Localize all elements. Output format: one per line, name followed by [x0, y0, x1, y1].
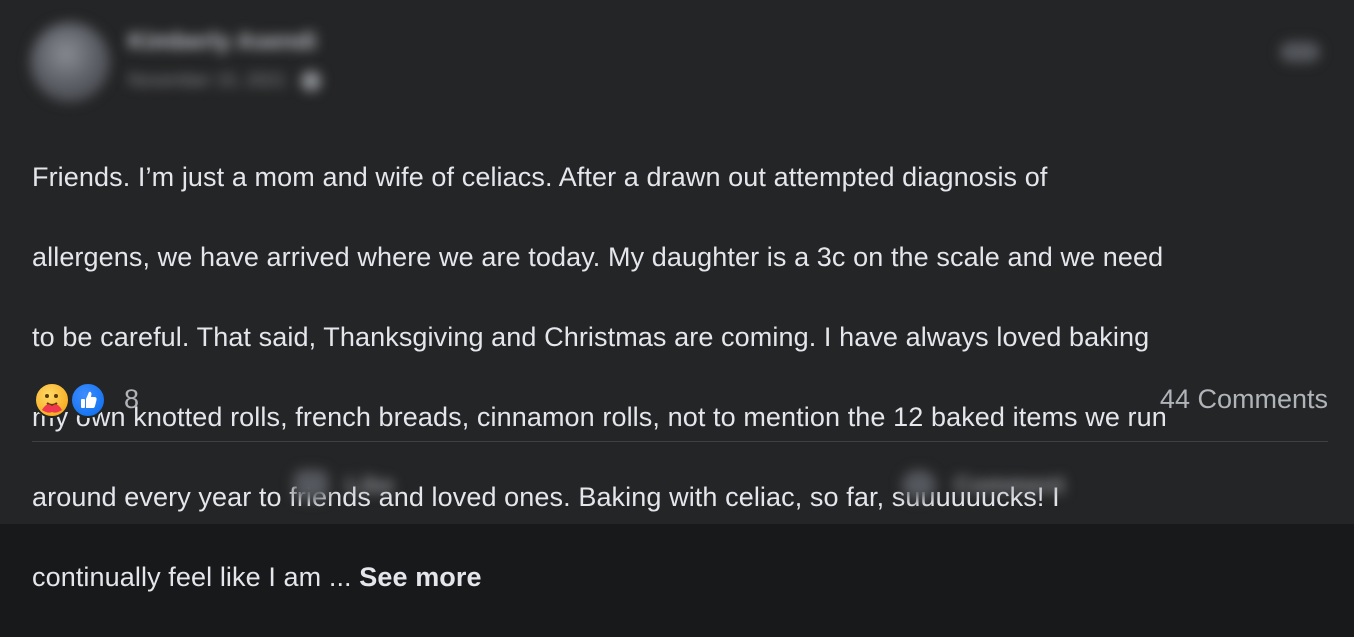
globe-icon	[301, 71, 322, 92]
more-options-icon[interactable]	[1280, 42, 1320, 62]
author-avatar[interactable]	[30, 22, 110, 102]
post-text-line: allergens, we have arrived where we are …	[32, 242, 1164, 272]
reaction-count[interactable]: 8	[124, 384, 139, 415]
see-more-link[interactable]: See more	[359, 562, 481, 592]
thumbs-up-icon	[294, 470, 328, 500]
reactions-bar: 8 44 Comments	[32, 378, 1328, 422]
post-meta: November 15, 2021	[128, 70, 322, 92]
care-reaction-icon	[34, 382, 70, 418]
post-text: Friends. I’m just a mom and wife of celi…	[32, 117, 1332, 637]
post-text-line: continually feel like I am ...	[32, 562, 360, 592]
post-card: Kimberly Asendi November 15, 2021 Friend…	[0, 0, 1354, 592]
like-button-label: Like	[346, 472, 395, 499]
post-header: Kimberly Asendi November 15, 2021	[28, 22, 1328, 102]
comment-button-label: Comment	[954, 472, 1065, 499]
reaction-icons[interactable]	[34, 380, 114, 420]
comment-button[interactable]: Comment	[902, 462, 1102, 506]
action-bar: Like Comment	[32, 452, 1328, 516]
post-text-line: Friends. I’m just a mom and wife of celi…	[32, 162, 1048, 192]
comments-count-link[interactable]: 44 Comments	[1160, 384, 1328, 415]
like-reaction-icon	[70, 382, 106, 418]
post-text-line: to be careful. That said, Thanksgiving a…	[32, 322, 1150, 352]
divider	[32, 441, 1328, 442]
post-timestamp[interactable]: November 15, 2021	[128, 70, 286, 90]
author-name[interactable]: Kimberly Asendi	[128, 28, 317, 56]
like-button[interactable]: Like	[294, 462, 424, 506]
post-text-last-line: continually feel like I am ... See more	[32, 557, 1332, 597]
comment-icon	[902, 470, 936, 500]
